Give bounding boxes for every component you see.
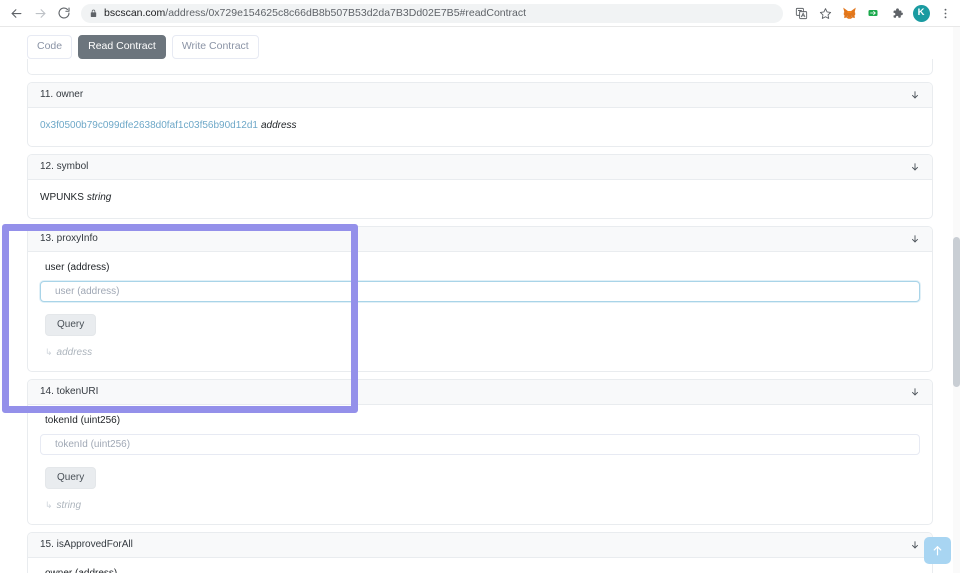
page-scrollbar-thumb[interactable] [953, 237, 960, 387]
method-header-15[interactable]: 15. isApprovedForAll [28, 533, 932, 558]
query-button-14[interactable]: Query [45, 467, 96, 489]
url-text: bscscan.com/address/0x729e154625c8c66dB8… [104, 4, 526, 23]
browser-toolbar: bscscan.com/address/0x729e154625c8c66dB8… [0, 0, 960, 27]
result-address-11[interactable]: 0x3f0500b79c099dfe2638d0faf1c03f56b90d12… [40, 120, 258, 131]
result-type-12: string [87, 192, 111, 203]
method-header-13[interactable]: 13. proxyInfo [28, 227, 932, 252]
partial-card-above [27, 59, 933, 75]
method-body-15: owner (address) [28, 558, 932, 573]
arg-input-13[interactable] [40, 281, 920, 302]
arrow-down-icon[interactable] [910, 234, 920, 244]
forward-button[interactable] [28, 1, 52, 25]
chrome-actions: K [789, 1, 960, 25]
contract-method-11: 11. owner 0x3f0500b79c099dfe2638d0faf1c0… [27, 82, 933, 147]
arrow-down-icon[interactable] [910, 540, 920, 550]
contract-method-12: 12. symbol WPUNKSstring [27, 154, 933, 219]
method-result-12: WPUNKSstring [40, 191, 920, 205]
return-corner-icon: ↳ [45, 500, 53, 511]
avatar-initial: K [913, 5, 930, 22]
arrow-up-icon [931, 544, 944, 557]
address-bar[interactable]: bscscan.com/address/0x729e154625c8c66dB8… [81, 4, 783, 23]
chrome-menu-icon[interactable] [933, 1, 957, 25]
method-title-14: 14. tokenURI [40, 387, 98, 397]
url-path: /address/0x729e154625c8c66dB8b507B53d2da… [165, 7, 526, 19]
contract-tabs: Code Read Contract Write Contract [0, 27, 960, 59]
tab-read-contract[interactable]: Read Contract [78, 35, 166, 59]
extension-icon[interactable] [861, 1, 885, 25]
read-contract-list: 11. owner 0x3f0500b79c099dfe2638d0faf1c0… [27, 59, 933, 573]
bookmark-star-icon[interactable] [813, 1, 837, 25]
url-host: bscscan.com [104, 7, 165, 19]
reload-button[interactable] [52, 1, 76, 25]
navigation-buttons [0, 1, 76, 25]
contract-method-15: 15. isApprovedForAll owner (address) [27, 532, 933, 573]
method-body-12: WPUNKSstring [28, 180, 932, 218]
method-header-12[interactable]: 12. symbol [28, 155, 932, 180]
result-type-11: address [261, 120, 297, 131]
return-row-14: ↳ string [45, 500, 920, 511]
arg-input-14[interactable] [40, 434, 920, 455]
contract-method-13: 13. proxyInfo user (address) Query ↳ add… [27, 226, 933, 372]
arrow-down-icon[interactable] [910, 162, 920, 172]
query-button-13[interactable]: Query [45, 314, 96, 336]
profile-avatar[interactable]: K [909, 1, 933, 25]
page-scrollbar-track[interactable] [953, 27, 960, 573]
scroll-to-top-button[interactable] [924, 537, 951, 564]
extensions-puzzle-icon[interactable] [885, 1, 909, 25]
back-button[interactable] [4, 1, 28, 25]
lock-icon [89, 9, 98, 18]
return-corner-icon: ↳ [45, 347, 53, 358]
method-body-11: 0x3f0500b79c099dfe2638d0faf1c03f56b90d12… [28, 108, 932, 146]
arg-label-14: tokenId (uint256) [45, 416, 920, 426]
arrow-down-icon[interactable] [910, 387, 920, 397]
query-row-13: Query [45, 314, 920, 336]
method-body-14: tokenId (uint256) Query ↳ string [28, 405, 932, 524]
translate-icon[interactable] [789, 1, 813, 25]
return-row-13: ↳ address [45, 347, 920, 358]
method-header-11[interactable]: 11. owner [28, 83, 932, 108]
method-header-14[interactable]: 14. tokenURI [28, 380, 932, 405]
result-value-12: WPUNKS [40, 192, 84, 203]
method-result-11: 0x3f0500b79c099dfe2638d0faf1c03f56b90d12… [40, 119, 920, 133]
contract-method-14: 14. tokenURI tokenId (uint256) Query ↳ s… [27, 379, 933, 525]
method-body-13: user (address) Query ↳ address [28, 252, 932, 371]
arg-label-13: user (address) [45, 263, 920, 273]
method-title-13: 13. proxyInfo [40, 234, 98, 244]
return-type-14: string [57, 500, 81, 511]
tab-code[interactable]: Code [27, 35, 72, 59]
tab-write-contract[interactable]: Write Contract [172, 35, 259, 59]
page-viewport: Code Read Contract Write Contract 11. ow… [0, 27, 960, 573]
arrow-down-icon[interactable] [910, 90, 920, 100]
query-row-14: Query [45, 467, 920, 489]
method-title-11: 11. owner [40, 90, 83, 100]
method-title-15: 15. isApprovedForAll [40, 540, 133, 550]
metamask-extension-icon[interactable] [837, 1, 861, 25]
return-type-13: address [57, 347, 93, 358]
method-title-12: 12. symbol [40, 162, 88, 172]
arg-label-15: owner (address) [45, 569, 920, 573]
